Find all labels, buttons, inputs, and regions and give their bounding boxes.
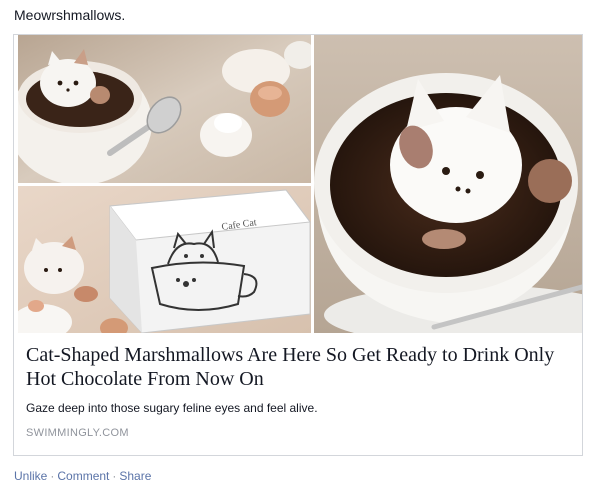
- comment-link[interactable]: Comment: [57, 469, 109, 483]
- post-text: Meowrshmallows.: [14, 7, 126, 23]
- post-actions: Unlike · Comment · Share: [14, 468, 151, 484]
- unlike-link[interactable]: Unlike: [14, 469, 47, 483]
- share-link[interactable]: Share: [119, 469, 151, 483]
- photo-marshmallow-box[interactable]: Cafe Cat: [18, 186, 311, 333]
- photo-cup-with-spoon[interactable]: [18, 35, 311, 183]
- link-headline[interactable]: Cat-Shaped Marshmallows Are Here So Get …: [26, 343, 570, 391]
- link-caption[interactable]: Cat-Shaped Marshmallows Are Here So Get …: [14, 333, 582, 440]
- photo-cat-marshmallow-cup[interactable]: [314, 35, 582, 333]
- separator: ·: [112, 469, 117, 483]
- separator: ·: [50, 469, 55, 483]
- image-collage[interactable]: Cafe Cat: [14, 35, 582, 333]
- link-domain: SWIMMINGLY.COM: [26, 427, 129, 439]
- link-preview-card[interactable]: Cafe Cat Cat-Shaped Marshmallows Are Her…: [13, 34, 583, 456]
- link-description: Gaze deep into those sugary feline eyes …: [26, 401, 318, 415]
